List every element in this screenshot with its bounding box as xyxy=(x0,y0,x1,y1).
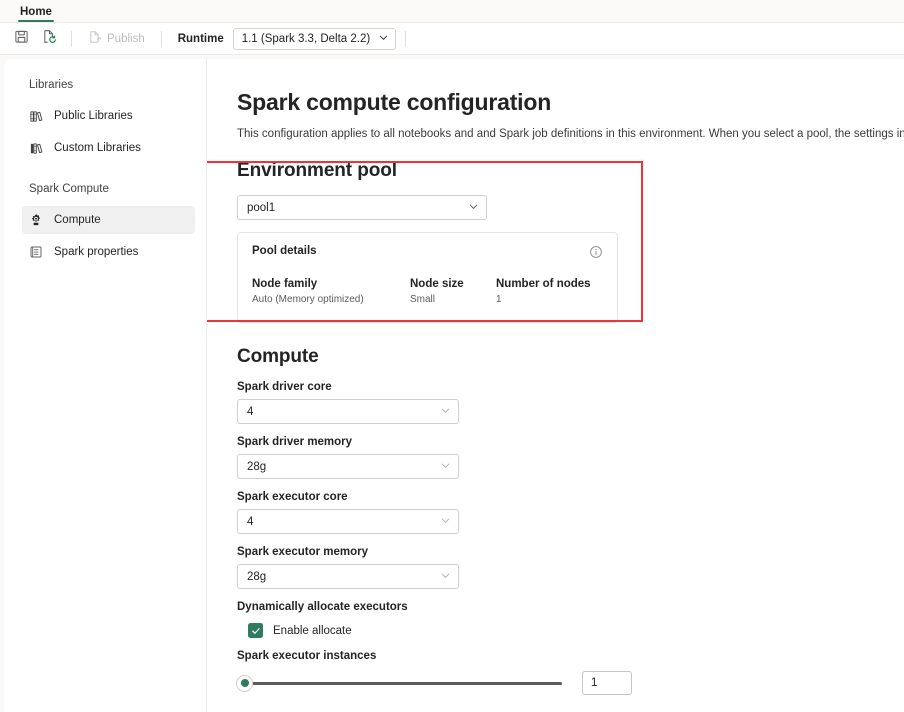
spark-executor-core-dropdown[interactable]: 4 xyxy=(237,509,459,534)
spark-driver-core-value: 4 xyxy=(247,406,253,418)
pool-detail-node-size-label: Node size xyxy=(410,278,496,290)
pool-detail-node-family: Node family Auto (Memory optimized) xyxy=(252,278,410,305)
info-icon[interactable] xyxy=(589,245,603,264)
chevron-down-icon xyxy=(378,32,389,46)
pool-detail-number-of-nodes-label: Number of nodes xyxy=(496,278,616,290)
spark-executor-instances-slider[interactable] xyxy=(237,674,562,692)
gear-icon xyxy=(28,212,44,228)
chevron-down-icon xyxy=(440,405,451,419)
properties-list-icon xyxy=(28,244,44,260)
runtime-dropdown[interactable]: 1.1 (Spark 3.3, Delta 2.2) xyxy=(233,28,396,50)
sidebar-group-title-libraries: Libraries xyxy=(4,79,206,91)
field-dynamic-allocation: Dynamically allocate executors Enable al… xyxy=(237,601,904,638)
chevron-down-icon xyxy=(468,201,479,215)
command-bar: Publish Runtime 1.1 (Spark 3.3, Delta 2.… xyxy=(0,23,904,55)
enable-allocate-checkbox[interactable] xyxy=(248,623,263,638)
runtime-dropdown-value: 1.1 (Spark 3.3, Delta 2.2) xyxy=(242,33,370,45)
sidebar-item-spark-properties[interactable]: Spark properties xyxy=(22,238,195,266)
spark-executor-memory-value: 28g xyxy=(247,571,266,583)
pool-detail-number-of-nodes: Number of nodes 1 xyxy=(496,278,616,305)
ribbon-tab-strip: Home xyxy=(0,0,904,23)
body-container: Libraries Public Libraries xyxy=(0,55,904,712)
publish-document-icon xyxy=(88,30,102,47)
save-button[interactable] xyxy=(8,27,34,51)
pool-details-title: Pool details xyxy=(252,245,317,257)
enable-allocate-row[interactable]: Enable allocate xyxy=(248,623,904,638)
field-spark-driver-memory-label: Spark driver memory xyxy=(237,436,904,448)
slider-track xyxy=(237,682,562,685)
sidebar-item-custom-libraries[interactable]: Custom Libraries xyxy=(22,134,195,162)
spark-driver-core-dropdown[interactable]: 4 xyxy=(237,399,459,424)
sidebar-item-public-libraries-label: Public Libraries xyxy=(54,110,133,122)
pool-detail-number-of-nodes-value: 1 xyxy=(496,294,616,305)
field-spark-executor-core: Spark executor core 4 xyxy=(237,491,904,534)
pool-details-grid: Node family Auto (Memory optimized) Node… xyxy=(252,278,603,305)
spark-executor-instances-input[interactable]: 1 xyxy=(582,671,632,695)
sidebar-item-spark-properties-label: Spark properties xyxy=(54,246,138,258)
refresh-document-icon xyxy=(42,29,57,49)
field-spark-executor-instances: Spark executor instances 1 xyxy=(237,650,904,695)
pool-detail-node-size: Node size Small xyxy=(410,278,496,305)
sidebar-item-compute[interactable]: Compute xyxy=(22,206,195,234)
sidebar-group-gap xyxy=(4,166,206,183)
spark-driver-memory-dropdown[interactable]: 28g xyxy=(237,454,459,479)
refresh-publish-button[interactable] xyxy=(36,27,62,51)
toolbar-separator-1 xyxy=(71,31,72,47)
tab-home-label: Home xyxy=(20,6,52,18)
sidebar-item-public-libraries[interactable]: Public Libraries xyxy=(22,102,195,130)
compute-section-title: Compute xyxy=(237,346,904,368)
field-spark-executor-core-label: Spark executor core xyxy=(237,491,904,503)
sidebar-group-title-spark-compute: Spark Compute xyxy=(4,183,206,195)
enable-allocate-label: Enable allocate xyxy=(273,625,352,637)
field-spark-driver-core-label: Spark driver core xyxy=(237,381,904,393)
spark-driver-memory-value: 28g xyxy=(247,461,266,473)
environment-pool-dropdown-value: pool1 xyxy=(247,202,275,214)
chevron-down-icon xyxy=(440,460,451,474)
pool-detail-node-size-value: Small xyxy=(410,294,496,305)
spark-executor-memory-dropdown[interactable]: 28g xyxy=(237,564,459,589)
field-spark-executor-memory: Spark executor memory 28g xyxy=(237,546,904,589)
page-title: Spark compute configuration xyxy=(237,89,904,116)
left-sidebar: Libraries Public Libraries xyxy=(4,59,207,712)
field-spark-driver-core: Spark driver core 4 xyxy=(237,381,904,424)
field-spark-executor-memory-label: Spark executor memory xyxy=(237,546,904,558)
slider-thumb[interactable] xyxy=(237,676,252,691)
pool-details-header: Pool details xyxy=(252,245,603,264)
chevron-down-icon xyxy=(440,570,451,584)
public-library-icon xyxy=(28,108,44,124)
field-spark-driver-memory: Spark driver memory 28g xyxy=(237,436,904,479)
tab-home[interactable]: Home xyxy=(12,5,60,22)
toolbar-separator-2 xyxy=(161,31,162,47)
toolbar-separator-3 xyxy=(405,31,406,47)
page-description: This configuration applies to all notebo… xyxy=(237,128,904,140)
chevron-down-icon xyxy=(440,515,451,529)
pool-detail-node-family-value: Auto (Memory optimized) xyxy=(252,294,410,305)
spark-executor-core-value: 4 xyxy=(247,516,253,528)
sidebar-item-compute-label: Compute xyxy=(54,214,101,226)
publish-button-label: Publish xyxy=(107,33,145,45)
spark-executor-instances-value: 1 xyxy=(591,677,597,689)
spark-executor-instances-row: 1 xyxy=(237,671,904,695)
save-floppy-icon xyxy=(14,29,29,49)
spark-executor-instances-label: Spark executor instances xyxy=(237,650,904,662)
environment-pool-section-title: Environment pool xyxy=(237,160,904,182)
environment-pool-dropdown[interactable]: pool1 xyxy=(237,195,487,220)
pool-details-card: Pool details Node family Auto (Memory op… xyxy=(237,232,618,323)
pool-detail-node-family-label: Node family xyxy=(252,278,410,290)
publish-button[interactable]: Publish xyxy=(81,27,152,51)
custom-library-icon xyxy=(28,140,44,156)
main-content: Spark compute configuration This configu… xyxy=(207,59,904,712)
runtime-label: Runtime xyxy=(171,33,231,45)
dynamic-allocation-label: Dynamically allocate executors xyxy=(237,601,904,613)
sidebar-item-custom-libraries-label: Custom Libraries xyxy=(54,142,141,154)
